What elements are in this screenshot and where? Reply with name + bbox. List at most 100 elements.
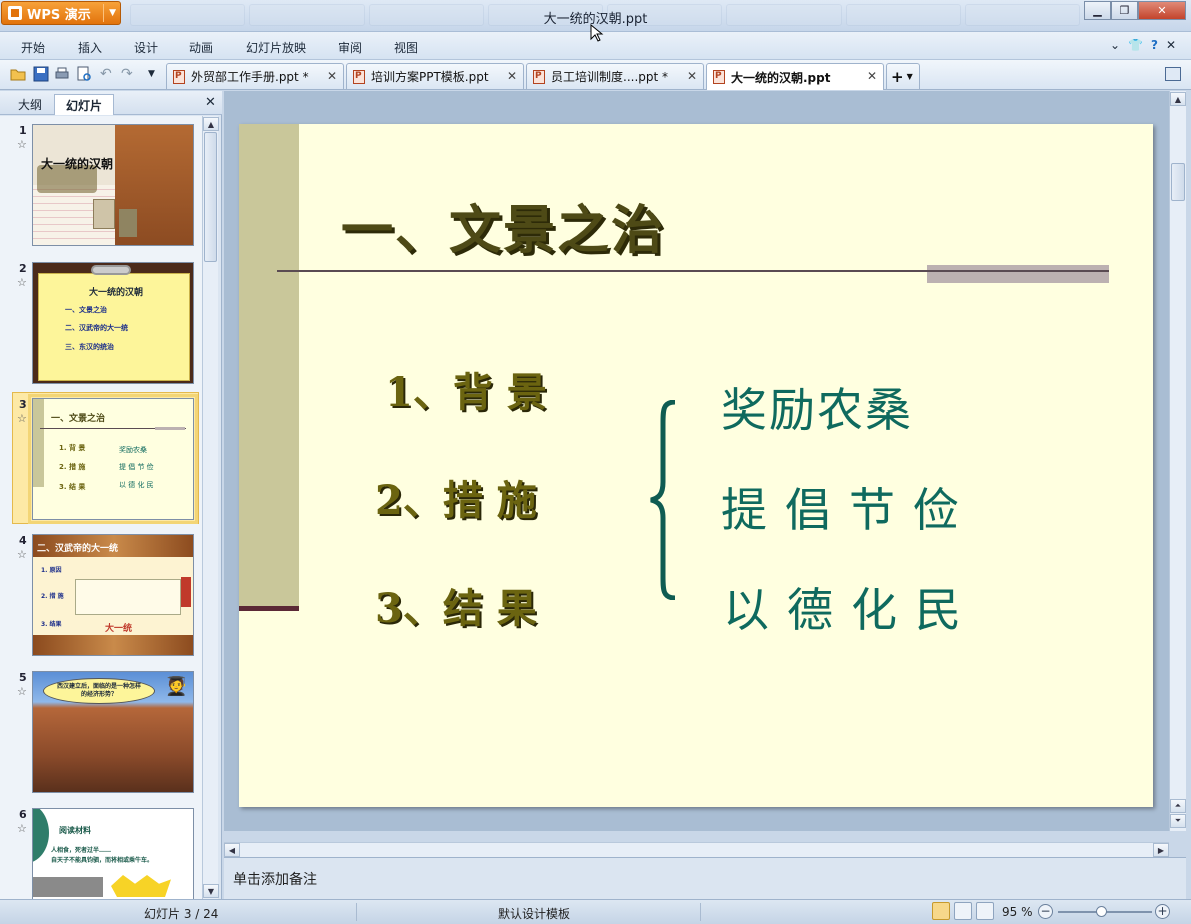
thumb-line: 以 德 化 民: [119, 481, 154, 489]
ppt-file-icon: [533, 69, 545, 84]
scroll-down-icon[interactable]: ▼: [203, 884, 219, 898]
thumb-line: 1. 原因: [41, 567, 62, 574]
editor-horizontal-scrollbar[interactable]: ◀ ▶: [224, 842, 1169, 857]
slide-left-bar-accent: [239, 606, 299, 611]
menu-animation[interactable]: 动画: [189, 39, 213, 56]
measure-advocate-thrift[interactable]: 提倡节俭: [721, 474, 977, 540]
slide-number: 6: [19, 808, 27, 821]
collapse-ribbon-icon[interactable]: ⌄: [1110, 38, 1120, 52]
close-tab-icon[interactable]: ✕: [687, 69, 697, 83]
design-template-name: 默认设计模板: [498, 907, 571, 921]
notes-placeholder[interactable]: 单击添加备注: [233, 869, 317, 889]
close-tab-icon[interactable]: ✕: [507, 69, 517, 83]
slide-thumbnail-3[interactable]: 一、文景之治 1. 背 景 2. 措 施 3. 结 果 奖励农桑 提 倡 节 俭…: [28, 394, 198, 524]
thumbnail-scrollbar[interactable]: ▲ ▼: [202, 116, 219, 899]
ppt-file-icon: [353, 69, 365, 84]
help-icon[interactable]: ?: [1151, 38, 1158, 52]
redo-icon[interactable]: ↷: [121, 66, 137, 82]
layout-toggle-icon[interactable]: [1165, 67, 1181, 81]
slide-number: 2: [19, 262, 27, 275]
close-window-button[interactable]: ✕: [1138, 1, 1186, 20]
slide-title[interactable]: 一、文景之治: [341, 188, 665, 263]
measure-encourage-farming[interactable]: 奖励农桑: [721, 374, 913, 440]
skin-icon[interactable]: 👕: [1128, 38, 1143, 52]
scroll-up-icon[interactable]: ▲: [1170, 92, 1186, 106]
new-tab-button[interactable]: + ▼: [886, 63, 920, 89]
slide-thumbnail-list: 1 ☆ 大一统的汉朝 2 ☆ 大一统的汉朝 一、文景之治 二、汉武帝的大一统 三…: [0, 116, 202, 899]
doc-tab-2[interactable]: 培训方案PPT模板.ppt ✕: [346, 63, 524, 89]
point-result[interactable]: 3、结 果: [375, 576, 537, 634]
transition-star-icon: ☆: [17, 685, 27, 698]
save-icon[interactable]: [33, 66, 49, 82]
title-rule-accent: [927, 265, 1109, 283]
menu-review[interactable]: 审阅: [338, 39, 362, 56]
zoom-out-icon[interactable]: −: [1038, 904, 1053, 919]
close-tab-icon[interactable]: ✕: [867, 69, 877, 83]
undo-icon[interactable]: ↶: [100, 66, 116, 82]
close-doc-icon[interactable]: ✕: [1166, 38, 1176, 52]
slide-number: 3: [19, 398, 27, 411]
current-slide[interactable]: 一、文景之治 1、背 景 2、措 施 3、结 果 奖励农桑 提倡节俭 以德化民: [239, 124, 1153, 807]
doc-tab-1[interactable]: 外贸部工作手册.ppt * ✕: [166, 63, 344, 89]
scroll-up-icon[interactable]: ▲: [203, 117, 219, 131]
scrollbar-thumb[interactable]: [1171, 163, 1185, 201]
slide-thumbnail-6[interactable]: 阅读材料 人相食，死者过半…… 自天子不能具钧驷，而将相或乘牛车。: [32, 808, 194, 899]
slide-sorter-view-button[interactable]: [954, 902, 972, 920]
thumb-line: 1. 背 景: [59, 444, 86, 452]
thumb-line: 3. 结 果: [59, 483, 86, 491]
print-preview-icon[interactable]: [76, 66, 92, 82]
close-panel-icon[interactable]: ✕: [205, 95, 216, 110]
tab-slides[interactable]: 幻灯片: [54, 94, 114, 115]
menu-home[interactable]: 开始: [21, 39, 45, 56]
zoom-slider-knob[interactable]: [1096, 906, 1107, 917]
notes-pane[interactable]: 单击添加备注: [224, 857, 1186, 899]
curly-brace: [650, 400, 676, 600]
thumb-line: 三、东汉的统治: [65, 343, 114, 351]
point-background[interactable]: 1、背 景: [385, 360, 547, 418]
print-icon[interactable]: [54, 66, 70, 82]
previous-slide-icon[interactable]: ⏶: [1170, 799, 1186, 813]
open-folder-icon[interactable]: [10, 66, 26, 82]
transition-star-icon: ☆: [17, 412, 27, 425]
doc-tab-label: 大一统的汉朝.ppt: [731, 70, 831, 85]
slide-thumbnail-4[interactable]: 二、汉武帝的大一统 1. 原因 2. 措 施 3. 结果 大一统: [32, 534, 194, 656]
ppt-file-icon: [173, 69, 185, 84]
point-measures[interactable]: 2、措 施: [375, 468, 537, 526]
menu-design[interactable]: 设计: [134, 39, 158, 56]
mouse-cursor-icon: [590, 24, 604, 42]
thumb-line: 提 倡 节 俭: [119, 463, 154, 471]
customize-toolbar-icon[interactable]: ▼: [148, 69, 164, 85]
thumb-title: 二、汉武帝的大一统: [37, 544, 119, 554]
menu-view[interactable]: 视图: [394, 39, 418, 56]
normal-view-button[interactable]: [932, 902, 950, 920]
menu-slideshow[interactable]: 幻灯片放映: [246, 39, 306, 56]
slide-left-bar: [239, 124, 299, 610]
transition-star-icon: ☆: [17, 276, 27, 289]
doc-tab-4-active[interactable]: 大一统的汉朝.ppt ✕: [706, 63, 884, 90]
student-cartoon-icon: 🧑‍🎓: [165, 676, 188, 697]
scroll-left-icon[interactable]: ◀: [224, 843, 240, 857]
scroll-right-icon[interactable]: ▶: [1153, 843, 1169, 857]
minimize-button[interactable]: ▁: [1084, 1, 1111, 20]
doc-tab-3[interactable]: 员工培训制度....ppt * ✕: [526, 63, 704, 89]
slide-thumbnail-1[interactable]: 大一统的汉朝: [32, 124, 194, 246]
ppt-file-icon: [713, 70, 725, 84]
quick-access-toolbar: ↶ ↷ ▼ 外贸部工作手册.ppt * ✕ 培训方案PPT模板.ppt ✕ 员工…: [0, 60, 1191, 90]
next-slide-icon[interactable]: ⏷: [1170, 814, 1186, 828]
close-tab-icon[interactable]: ✕: [327, 69, 337, 83]
slideshow-view-button[interactable]: [976, 902, 994, 920]
zoom-in-icon[interactable]: +: [1155, 904, 1170, 919]
thumb-line: 2. 措 施: [59, 463, 86, 471]
scrollbar-thumb[interactable]: [204, 132, 217, 262]
panel-tabs: 大纲 幻灯片 ✕: [0, 91, 222, 115]
editor-vertical-scrollbar[interactable]: ▲ ⏶ ⏷: [1169, 91, 1186, 831]
measure-rule-by-virtue[interactable]: 以德化民: [723, 574, 979, 640]
maximize-button[interactable]: ❐: [1111, 1, 1138, 20]
thumb-title: 一、文景之治: [51, 414, 106, 424]
thumb-highlight: 大一统: [105, 624, 133, 634]
menu-insert[interactable]: 插入: [78, 39, 102, 56]
slide-thumbnail-5[interactable]: 西汉建立后，面临的是一种怎样的经济形势？ 🧑‍🎓: [32, 671, 194, 793]
tab-outline[interactable]: 大纲: [8, 94, 52, 115]
thumb-line: 一、文景之治: [65, 306, 107, 314]
slide-thumbnail-2[interactable]: 大一统的汉朝 一、文景之治 二、汉武帝的大一统 三、东汉的统治: [32, 262, 194, 384]
